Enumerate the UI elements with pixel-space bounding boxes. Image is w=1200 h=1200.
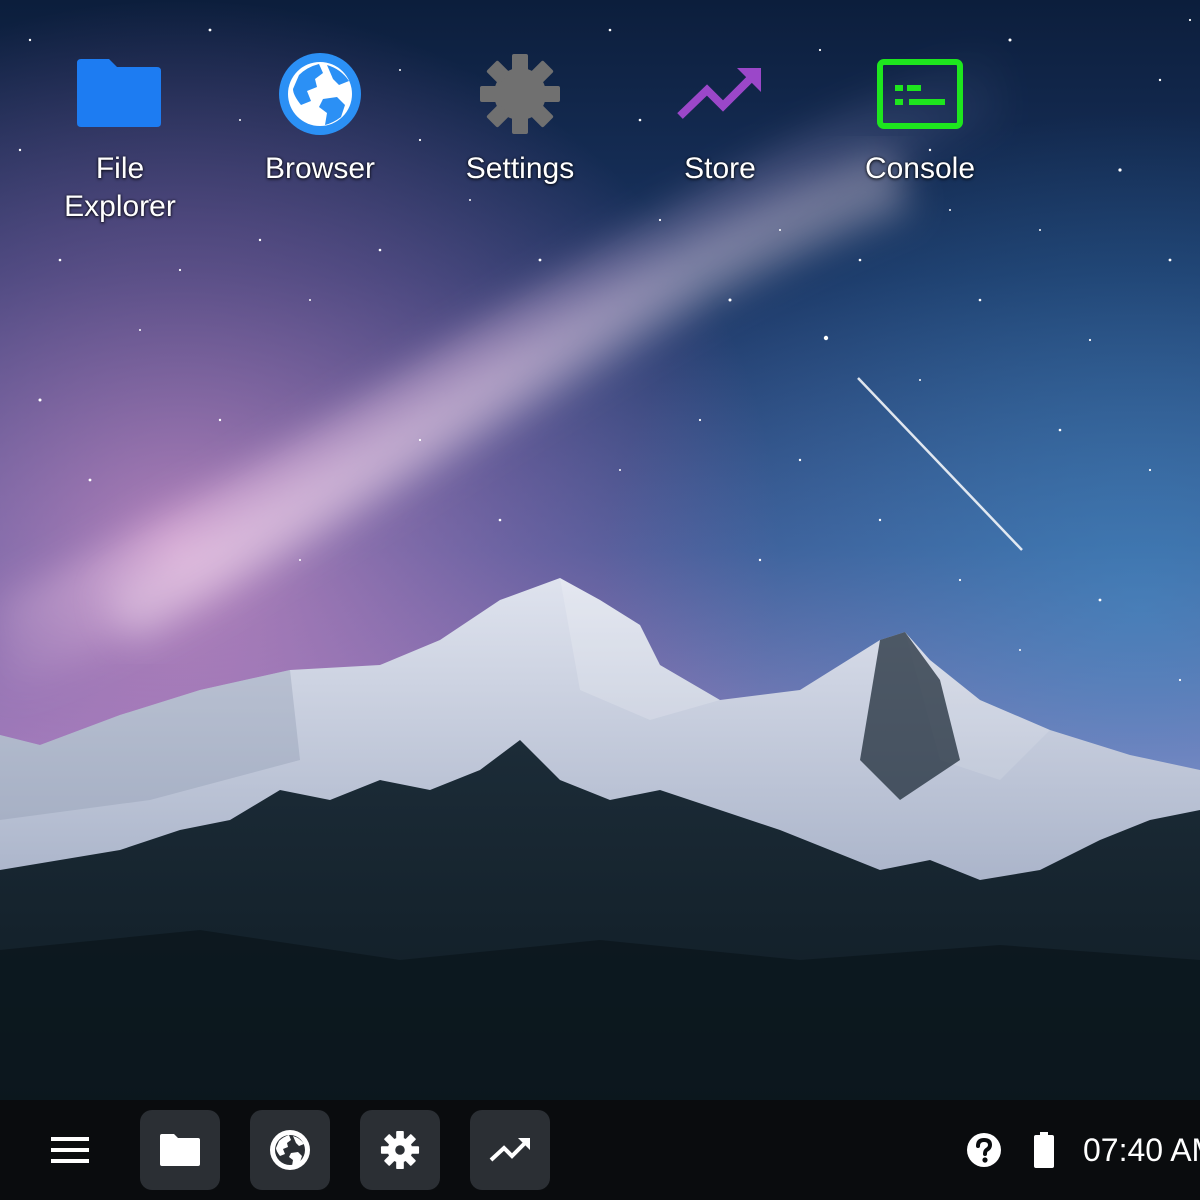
- globe-icon: [272, 46, 368, 142]
- trending-up-icon: [489, 1138, 530, 1162]
- desktop-icon-store[interactable]: Store: [640, 46, 800, 188]
- trending-up-icon: [672, 46, 768, 142]
- desktop-icon-label: File Explorer: [40, 150, 200, 226]
- taskbar-settings-button[interactable]: [360, 1110, 440, 1190]
- start-menu-button[interactable]: [40, 1130, 100, 1170]
- desktop-icon-file-explorer[interactable]: File Explorer: [40, 46, 200, 226]
- taskbar-browser-button[interactable]: [250, 1110, 330, 1190]
- folder-icon: [160, 1134, 200, 1166]
- desktop-icon-label: Store: [684, 152, 756, 185]
- terminal-icon: [872, 46, 968, 142]
- desktop-icon-browser[interactable]: Browser: [240, 46, 400, 188]
- help-circle-icon: [967, 1133, 1001, 1167]
- gear-icon: [472, 46, 568, 142]
- help-button[interactable]: [965, 1130, 1003, 1170]
- desktop-icon-settings[interactable]: Settings: [440, 46, 600, 188]
- hamburger-menu-icon: [51, 1137, 89, 1163]
- label-line-2: Explorer: [64, 190, 176, 223]
- taskbar: 07:40 AM: [0, 1100, 1200, 1200]
- taskbar-file-explorer-button[interactable]: [140, 1110, 220, 1190]
- battery-status[interactable]: [1032, 1130, 1056, 1170]
- battery-icon: [1034, 1132, 1054, 1168]
- gear-icon: [380, 1130, 420, 1170]
- desktop-icon-label: Settings: [465, 152, 575, 185]
- taskbar-store-button[interactable]: [470, 1110, 550, 1190]
- label-line-1: File: [95, 152, 145, 185]
- clock[interactable]: 07:40 AM: [1083, 1130, 1200, 1170]
- desktop-icon-label: Console: [864, 152, 976, 185]
- desktop: File Explorer Browser Settings Store Con…: [0, 0, 1200, 1200]
- desktop-icon-label: Browser: [264, 152, 376, 185]
- globe-icon: [270, 1130, 310, 1170]
- desktop-icon-console[interactable]: Console: [840, 46, 1000, 188]
- folder-icon: [72, 46, 168, 142]
